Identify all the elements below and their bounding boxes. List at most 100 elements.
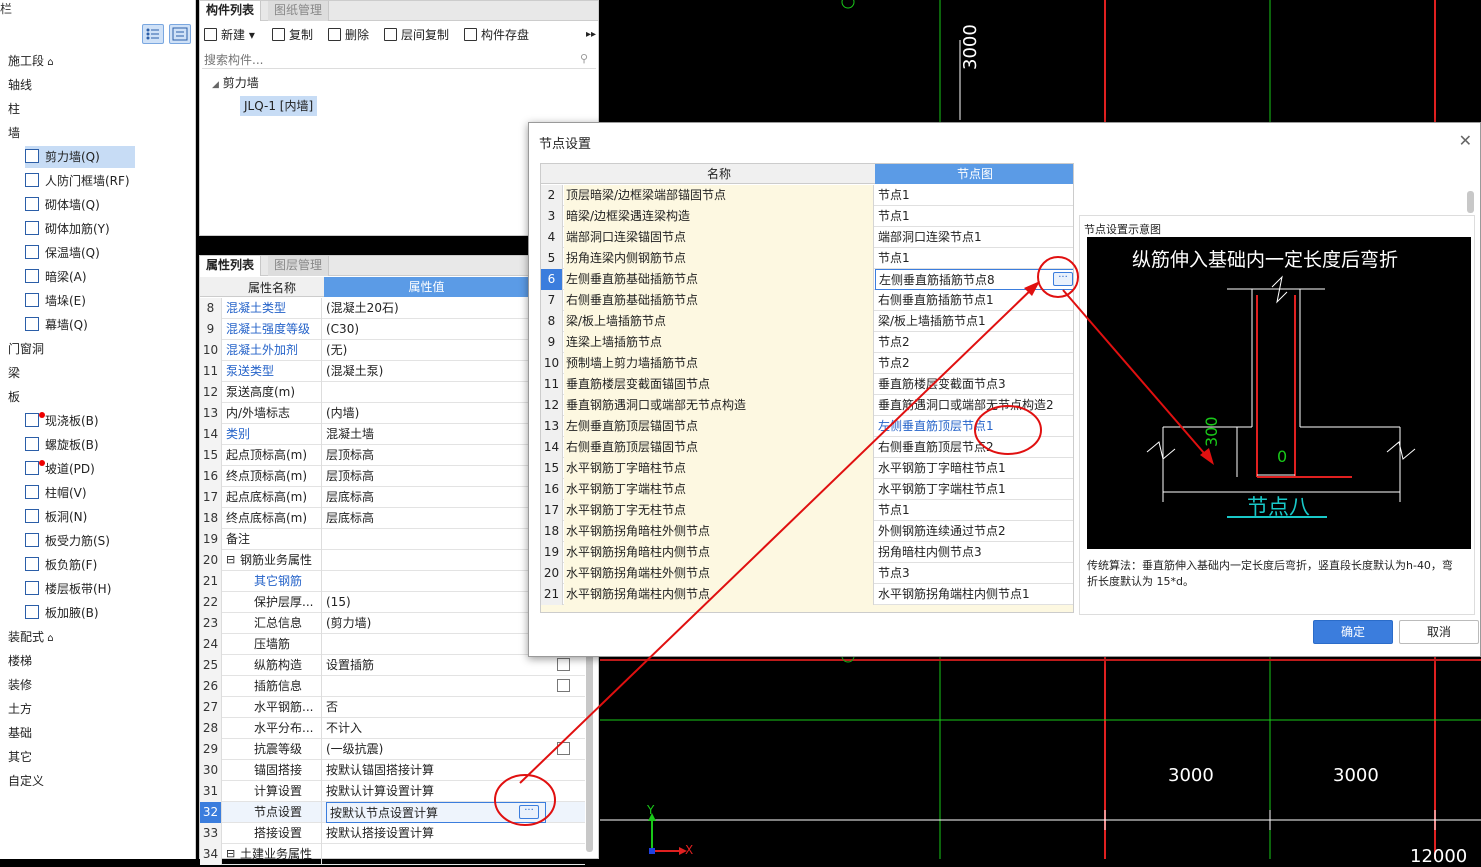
property-row[interactable]: 29 抗震等级 (一级抗震) xyxy=(200,739,585,760)
nav-item[interactable]: 梁 xyxy=(8,362,20,384)
node-value[interactable]: 节点1 xyxy=(875,248,1073,269)
node-value[interactable]: 水平钢筋丁字端柱节点1 xyxy=(875,479,1073,500)
node-row[interactable]: 15 水平钢筋丁字暗柱节点 水平钢筋丁字暗柱节点1 xyxy=(541,458,1073,479)
node-value[interactable]: 水平钢筋拐角端柱内侧节点1 xyxy=(875,584,1073,605)
cancel-button[interactable]: 取消 xyxy=(1399,620,1479,644)
nav-item[interactable]: 板受力筋(S) xyxy=(25,530,110,552)
node-row[interactable]: 12 垂直钢筋遇洞口或端部无节点构造 垂直筋遇洞口或端部无节点构造2 xyxy=(541,395,1073,416)
property-row[interactable]: 26 插筋信息 xyxy=(200,676,585,697)
nav-item[interactable]: 板洞(N) xyxy=(25,506,87,528)
property-row[interactable]: 27 水平钢筋... 否 xyxy=(200,697,585,718)
list-view-icon[interactable] xyxy=(142,24,164,44)
node-row[interactable]: 11 垂直筋楼层变截面锚固节点 垂直筋楼层变截面节点3 xyxy=(541,374,1073,395)
node-value[interactable]: 右侧垂直筋插筋节点1 xyxy=(875,290,1073,311)
node-row[interactable]: 14 右侧垂直筋顶层锚固节点 右侧垂直筋顶层节点2 xyxy=(541,437,1073,458)
node-row[interactable]: 18 水平钢筋拐角暗柱外侧节点 外侧钢筋连续通过节点2 xyxy=(541,521,1073,542)
nav-item[interactable]: 楼梯 xyxy=(8,650,32,672)
property-row[interactable]: 30 锚固搭接 按默认锚固搭接计算 xyxy=(200,760,585,781)
property-checkbox[interactable] xyxy=(557,658,570,671)
node-value[interactable]: 节点1 xyxy=(875,500,1073,521)
property-row[interactable]: 25 纵筋构造 设置插筋 xyxy=(200,655,585,676)
node-row[interactable]: 5 拐角连梁内侧钢筋节点 节点1 xyxy=(541,248,1073,269)
node-value[interactable]: 垂直筋楼层变截面节点3 xyxy=(875,374,1073,395)
node-row[interactable]: 4 端部洞口连梁锚固节点 端部洞口连梁节点1 xyxy=(541,227,1073,248)
tree-root[interactable]: ◢ 剪力墙 xyxy=(212,73,259,93)
property-scrollbar[interactable] xyxy=(586,652,593,852)
close-icon[interactable]: ✕ xyxy=(1459,131,1472,150)
tab-drawing-management[interactable]: 图纸管理 xyxy=(268,1,330,21)
ok-button[interactable]: 确定 xyxy=(1313,620,1393,644)
node-row[interactable]: 16 水平钢筋丁字端柱节点 水平钢筋丁字端柱节点1 xyxy=(541,479,1073,500)
node-value[interactable]: 水平钢筋丁字暗柱节点1 xyxy=(875,458,1073,479)
tab-property-list[interactable]: 属性列表 xyxy=(200,256,262,276)
node-value[interactable]: 垂直筋遇洞口或端部无节点构造2 xyxy=(875,395,1073,416)
nav-item[interactable]: 门窗洞 xyxy=(8,338,44,360)
nav-item[interactable]: 墙垛(E) xyxy=(25,290,86,312)
node-value[interactable]: 右侧垂直筋顶层节点2 xyxy=(875,437,1073,458)
node-value[interactable]: 节点1 xyxy=(875,206,1073,227)
property-value[interactable]: 按默认节点设置计算 xyxy=(326,802,546,823)
node-value[interactable]: 拐角暗柱内侧节点3 xyxy=(875,542,1073,563)
nav-item[interactable]: 基础 xyxy=(8,722,32,744)
node-row[interactable]: 19 水平钢筋拐角暗柱内侧节点 拐角暗柱内侧节点3 xyxy=(541,542,1073,563)
node-row[interactable]: 10 预制墙上剪力墙插筋节点 节点2 xyxy=(541,353,1073,374)
nav-item[interactable]: 其它 xyxy=(8,746,32,768)
property-checkbox[interactable] xyxy=(557,679,570,692)
nav-item[interactable]: 施工段 ⌂ xyxy=(8,50,54,72)
nav-item[interactable]: 人防门框墙(RF) xyxy=(25,170,130,192)
nav-item[interactable]: 板加腋(B) xyxy=(25,602,99,624)
node-row[interactable]: 8 梁/板上墙插筋节点 梁/板上墙插筋节点1 xyxy=(541,311,1073,332)
nav-item[interactable]: 幕墙(Q) xyxy=(25,314,88,336)
tree-item-jlq1[interactable]: JLQ-1 [内墙] xyxy=(240,96,318,116)
node-row[interactable]: 9 连梁上墙插筋节点 节点2 xyxy=(541,332,1073,353)
property-row[interactable]: 32 节点设置 按默认节点设置计算 ··· xyxy=(200,802,585,823)
node-row[interactable]: 3 暗梁/边框梁遇连梁构造 节点1 xyxy=(541,206,1073,227)
detail-view-icon[interactable] xyxy=(169,24,191,44)
node-row[interactable]: 2 顶层暗梁/边框梁端部锚固节点 节点1 xyxy=(541,185,1073,206)
nav-item[interactable]: 墙 xyxy=(8,122,20,144)
dialog-scrollbar[interactable] xyxy=(1467,191,1474,213)
property-row[interactable]: 34 土建业务属性 ⊟ xyxy=(200,844,585,865)
nav-item[interactable]: 柱帽(V) xyxy=(25,482,87,504)
node-row[interactable]: 21 水平钢筋拐角端柱内侧节点 水平钢筋拐角端柱内侧节点1 xyxy=(541,584,1073,605)
nav-item[interactable]: 暗梁(A) xyxy=(25,266,87,288)
floor-copy-button[interactable]: 层间复制 xyxy=(384,25,449,45)
nav-item[interactable]: 楼层板带(H) xyxy=(25,578,111,600)
copy-button[interactable]: 复制 xyxy=(272,25,313,45)
nav-item[interactable]: 剪力墙(Q) xyxy=(25,146,135,168)
node-row[interactable]: 13 左侧垂直筋顶层锚固节点 左侧垂直筋顶层节点1 xyxy=(541,416,1073,437)
node-value[interactable]: 左侧垂直筋顶层节点1 xyxy=(875,416,1073,437)
nav-item[interactable]: 装修 xyxy=(8,674,32,696)
more-icon[interactable]: ▸▸ xyxy=(586,25,596,45)
tab-layer-management[interactable]: 图层管理 xyxy=(268,256,330,276)
nav-item[interactable]: 坡道(PD) xyxy=(25,458,95,480)
node-value[interactable]: 外侧钢筋连续通过节点2 xyxy=(875,521,1073,542)
nav-item[interactable]: 土方 xyxy=(8,698,32,720)
component-search-input[interactable] xyxy=(202,51,596,69)
nav-item[interactable]: 保温墙(Q) xyxy=(25,242,100,264)
node-value[interactable]: 左侧垂直筋插筋节点8 xyxy=(875,269,1073,290)
expand-icon[interactable]: ⊟ xyxy=(226,550,235,570)
node-row[interactable]: 20 水平钢筋拐角端柱外侧节点 节点3 xyxy=(541,563,1073,584)
expand-icon[interactable]: ⊟ xyxy=(226,844,235,864)
nav-item[interactable]: 现浇板(B) xyxy=(25,410,99,432)
save-component-button[interactable]: 构件存盘 xyxy=(464,25,529,45)
node-row[interactable]: 7 右侧垂直筋基础插筋节点 右侧垂直筋插筋节点1 xyxy=(541,290,1073,311)
property-row[interactable]: 28 水平分布... 不计入 xyxy=(200,718,585,739)
node-value[interactable]: 节点3 xyxy=(875,563,1073,584)
nav-item[interactable]: 螺旋板(B) xyxy=(25,434,99,456)
nav-item[interactable]: 砌体墙(Q) xyxy=(25,194,100,216)
ellipsis-button[interactable]: ··· xyxy=(1053,272,1073,286)
nav-item[interactable]: 板负筋(F) xyxy=(25,554,97,576)
property-row[interactable]: 31 计算设置 按默认计算设置计算 xyxy=(200,781,585,802)
new-button[interactable]: 新建 ▾ xyxy=(204,25,255,45)
node-value[interactable]: 节点2 xyxy=(875,332,1073,353)
nav-item[interactable]: 轴线 xyxy=(8,74,32,96)
nav-item[interactable]: 自定义 xyxy=(8,770,44,792)
nav-item[interactable]: 柱 xyxy=(8,98,20,120)
nav-item[interactable]: 装配式 ⌂ xyxy=(8,626,54,648)
nav-item[interactable]: 砌体加筋(Y) xyxy=(25,218,110,240)
ellipsis-button[interactable]: ··· xyxy=(519,805,539,819)
delete-button[interactable]: 删除 xyxy=(328,25,369,45)
node-value[interactable]: 节点1 xyxy=(875,185,1073,206)
